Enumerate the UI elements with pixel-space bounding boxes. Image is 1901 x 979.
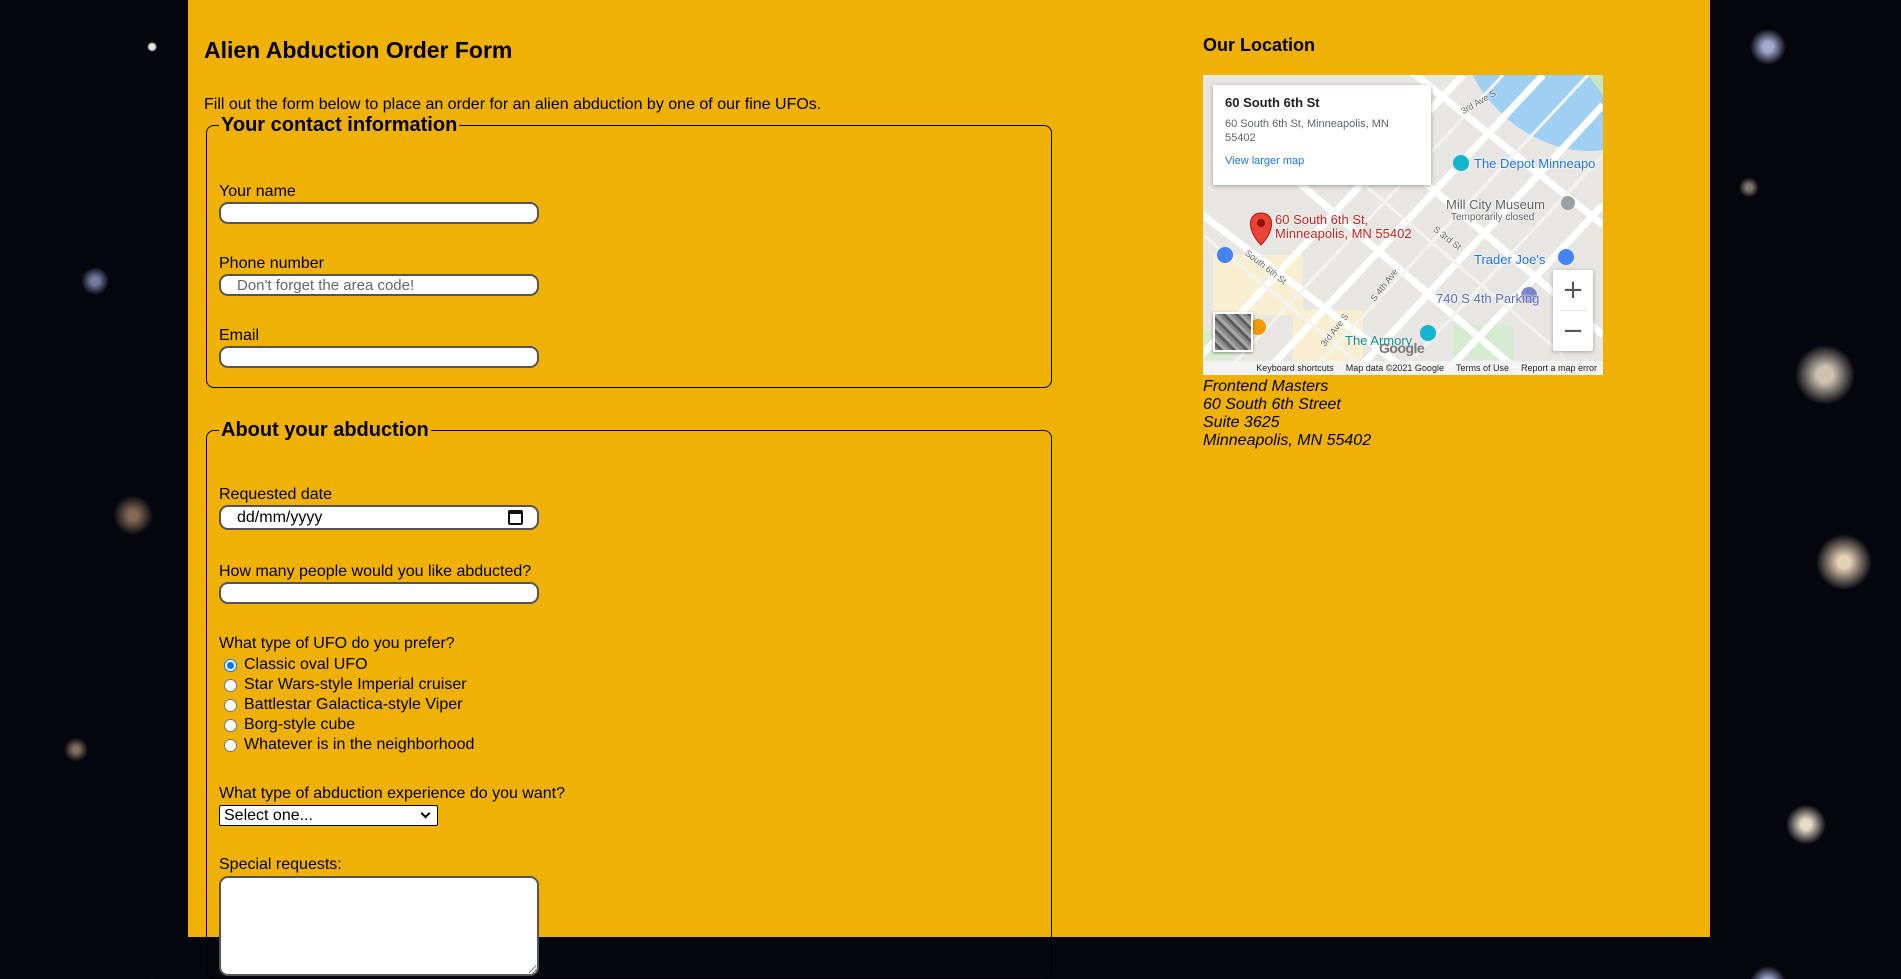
page-title: Alien Abduction Order Form — [204, 37, 513, 63]
radio-button[interactable] — [224, 738, 237, 752]
map-card-title: 60 South 6th St — [1225, 95, 1320, 110]
date-field-group: Requested date dd/mm/yyyy — [219, 486, 539, 530]
map-poi-depot[interactable]: The Depot Minneapo — [1474, 156, 1595, 171]
requests-label: Special requests: — [219, 856, 342, 873]
map-poi-museum[interactable]: Mill City Museum — [1446, 197, 1545, 212]
people-count-input[interactable] — [219, 582, 539, 604]
ufo-radio-group: Classic oval UFO Star Wars-style Imperia… — [219, 655, 474, 755]
chevron-down-icon — [420, 808, 431, 819]
ufo-label: What type of UFO do you prefer? — [219, 635, 455, 652]
experience-select[interactable]: Select one... — [219, 805, 438, 826]
keyboard-shortcuts-link[interactable]: Keyboard shortcuts — [1256, 363, 1334, 373]
map-poi-parking[interactable]: 740 S 4th Parking — [1436, 291, 1539, 306]
radio-button[interactable] — [224, 678, 237, 692]
people-label: How many people would you like abducted? — [219, 563, 532, 580]
name-input[interactable] — [219, 202, 539, 224]
company-address: Frontend Masters 60 South 6th Street Sui… — [1203, 378, 1371, 450]
map-pin-label-line: 60 South 6th St, — [1275, 212, 1369, 227]
people-field-group: How many people would you like abducted? — [219, 563, 539, 604]
report-map-error-link[interactable]: Report a map error — [1521, 363, 1597, 373]
ufo-option-label: Battlestar Galactica-style Viper — [244, 696, 463, 713]
ufo-option-classic[interactable]: Classic oval UFO — [219, 655, 474, 675]
radio-button[interactable] — [224, 698, 237, 712]
radio-button-selected[interactable] — [224, 658, 237, 672]
abduction-fieldset: About your abduction Requested date dd/m… — [206, 419, 1052, 979]
ufo-option-label: Classic oval UFO — [244, 656, 368, 673]
name-label: Your name — [219, 183, 296, 200]
map-footer: Keyboard shortcuts Map data ©2021 Google… — [1203, 361, 1603, 375]
email-label: Email — [219, 327, 260, 344]
phone-field-group: Phone number — [219, 255, 539, 296]
ufo-option-neighborhood[interactable]: Whatever is in the neighborhood — [219, 735, 474, 755]
experience-label: What type of abduction experience do you… — [219, 785, 565, 802]
special-requests-textarea[interactable] — [219, 876, 539, 976]
radio-button[interactable] — [224, 718, 237, 732]
google-logo: Google — [1379, 340, 1425, 356]
experience-selected-value: Select one... — [224, 806, 313, 824]
ufo-field-group: What type of UFO do you prefer? Classic … — [219, 635, 474, 755]
ufo-option-label: Star Wars-style Imperial cruiser — [244, 676, 467, 693]
map-pin-label-line: Minneapolis, MN 55402 — [1275, 226, 1412, 241]
experience-field-group: What type of abduction experience do you… — [219, 785, 565, 826]
location-heading: Our Location — [1203, 35, 1315, 55]
map-card-address: 60 South 6th St, Minneapolis, MN 55402 — [1225, 118, 1389, 144]
address-line: Minneapolis, MN 55402 — [1203, 432, 1372, 449]
map-pin-label: 60 South 6th St, Minneapolis, MN 55402 — [1275, 213, 1412, 241]
name-field-group: Your name — [219, 183, 539, 224]
abduction-legend: About your abduction — [221, 419, 429, 441]
phone-input[interactable] — [219, 274, 539, 296]
ufo-option-label: Borg-style cube — [244, 716, 356, 733]
ufo-option-borg[interactable]: Borg-style cube — [219, 715, 474, 735]
page-container: Alien Abduction Order Form Fill out the … — [188, 0, 1710, 979]
form-intro: Fill out the form below to place an orde… — [204, 96, 822, 113]
contact-legend: Your contact information — [221, 114, 458, 136]
map-poi-traders-joes[interactable]: Trader Joe's — [1474, 252, 1545, 267]
map-info-card: 60 South 6th St 60 South 6th St, Minneap… — [1213, 85, 1431, 185]
google-map-embed[interactable]: The Depot Minneapo Mill City Museum Temp… — [1203, 75, 1603, 375]
map-poi-museum-status: Temporarily closed — [1451, 212, 1535, 223]
zoom-out-icon[interactable]: − — [1553, 311, 1593, 351]
requests-field-group: Special requests: — [219, 856, 539, 976]
view-larger-map-link[interactable]: View larger map — [1225, 155, 1419, 167]
satellite-toggle-thumbnail[interactable] — [1213, 312, 1253, 352]
address-line: 60 South 6th Street — [1203, 396, 1341, 413]
address-line: Suite 3625 — [1203, 414, 1280, 431]
phone-label: Phone number — [219, 255, 324, 272]
email-field-group: Email — [219, 327, 539, 368]
terms-of-use-link[interactable]: Terms of Use — [1456, 363, 1509, 373]
ufo-option-star-wars[interactable]: Star Wars-style Imperial cruiser — [219, 675, 474, 695]
date-placeholder: dd/mm/yyyy — [237, 508, 323, 526]
date-label: Requested date — [219, 486, 332, 503]
contact-fieldset: Your contact information Your name Phone… — [206, 114, 1052, 388]
address-line: Frontend Masters — [1203, 378, 1329, 395]
email-input[interactable] — [219, 346, 539, 368]
ufo-option-label: Whatever is in the neighborhood — [244, 736, 475, 753]
ufo-option-battlestar[interactable]: Battlestar Galactica-style Viper — [219, 695, 474, 715]
calendar-icon[interactable] — [508, 510, 523, 525]
date-input[interactable]: dd/mm/yyyy — [219, 505, 539, 530]
zoom-in-icon[interactable]: + — [1553, 270, 1593, 310]
map-data-credit: Map data ©2021 Google — [1345, 363, 1444, 373]
map-zoom-controls: + − — [1553, 270, 1593, 351]
